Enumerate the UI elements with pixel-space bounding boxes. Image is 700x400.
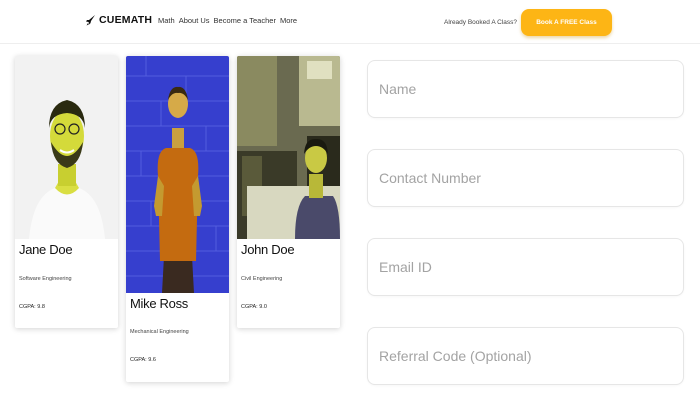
book-free-class-button[interactable]: Book A FREE Class	[521, 9, 612, 36]
profile-photo	[126, 56, 229, 293]
contact-number-field[interactable]	[367, 149, 684, 207]
card-department: Software Engineering	[19, 276, 72, 282]
card-cgpa: CGPA: 9.0	[241, 304, 267, 310]
card-cgpa: CGPA: 9.8	[19, 304, 45, 310]
cuemath-logo[interactable]: CUEMATH	[86, 14, 152, 26]
card-name: Jane Doe	[19, 242, 73, 257]
card-name: Mike Ross	[130, 296, 188, 311]
already-booked-link[interactable]: Already Booked A Class?	[444, 19, 517, 26]
card-name: John Doe	[241, 242, 295, 257]
main-nav: Math About Us Become a Teacher More	[158, 16, 297, 25]
profile-photo	[15, 56, 118, 239]
top-header: CUEMATH Math About Us Become a Teacher M…	[0, 0, 700, 44]
profile-card-john[interactable]: John Doe Civil Engineering CGPA: 9.0	[237, 56, 340, 328]
rocket-icon	[86, 14, 95, 25]
name-field[interactable]	[367, 60, 684, 118]
nav-become-teacher[interactable]: Become a Teacher	[214, 16, 276, 25]
card-cgpa: CGPA: 9.6	[130, 357, 156, 363]
card-department: Mechanical Engineering	[130, 329, 189, 335]
nav-math[interactable]: Math	[158, 16, 175, 25]
card-department: Civil Engineering	[241, 276, 283, 282]
profile-card-jane[interactable]: Jane Doe Software Engineering CGPA: 9.8	[15, 56, 118, 328]
profile-photo	[237, 56, 340, 239]
logo-text: CUEMATH	[99, 14, 153, 26]
nav-more[interactable]: More	[280, 16, 297, 25]
profile-card-mike[interactable]: Mike Ross Mechanical Engineering CGPA: 9…	[126, 56, 229, 382]
email-field[interactable]	[367, 238, 684, 296]
nav-about-us[interactable]: About Us	[179, 16, 210, 25]
referral-code-field[interactable]	[367, 327, 684, 385]
